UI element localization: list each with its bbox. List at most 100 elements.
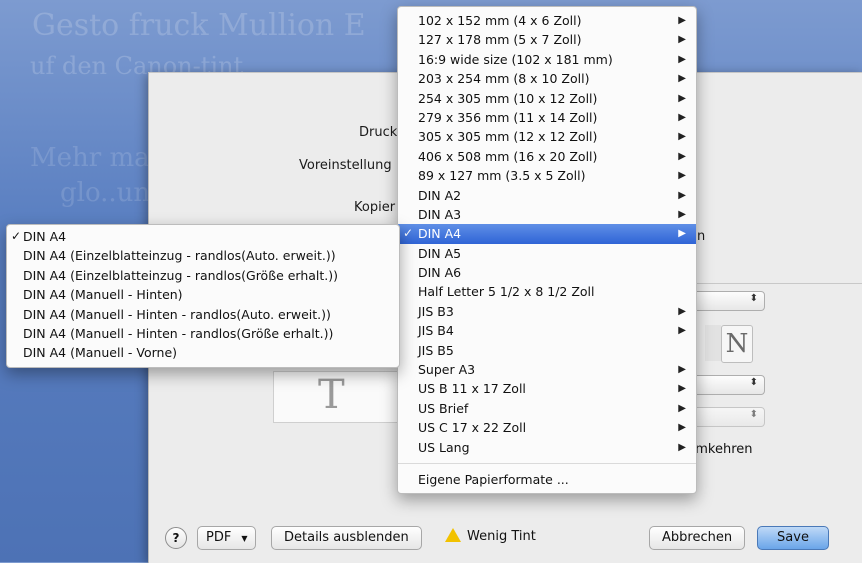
submenu-arrow-icon: ▶ xyxy=(678,364,686,376)
background-text-1: Gesto fruck Mullion E xyxy=(32,8,366,43)
presets-label: Voreinstellung xyxy=(299,158,392,173)
pdf-menu-button[interactable]: PDF ▼ xyxy=(197,526,257,550)
menu-item-label: 406 x 508 mm (16 x 20 Zoll) xyxy=(418,148,598,164)
save-button[interactable]: Save xyxy=(757,526,829,550)
submenu-item[interactable]: DIN A4 (Manuell - Hinten) xyxy=(7,285,399,304)
custom-paper-sizes-item[interactable]: Eigene Papierformate ... xyxy=(398,470,696,489)
submenu-item-label: DIN A4 (Einzelblatteinzug - randlos(Auto… xyxy=(23,248,336,264)
warning-label: Wenig Tint xyxy=(467,529,536,544)
popup-arrows-icon: ⬍ xyxy=(749,409,758,420)
submenu-item[interactable]: DIN A4 (Manuell - Hinten - randlos(Größe… xyxy=(7,324,399,343)
submenu-item-label: DIN A4 (Einzelblatteinzug - randlos(Größ… xyxy=(23,267,339,283)
menu-item[interactable]: JIS B3 ▶ xyxy=(398,302,696,321)
menu-item-label: 203 x 254 mm (8 x 10 Zoll) xyxy=(418,71,590,87)
submenu-arrow-icon: ▶ xyxy=(678,208,686,220)
menu-item[interactable]: 203 x 254 mm (8 x 10 Zoll) ▶ xyxy=(398,69,696,88)
menu-item-label: JIS B5 xyxy=(418,342,454,358)
layout-popup[interactable]: ⬍ xyxy=(689,407,765,427)
menu-item-label: Eigene Papierformate ... xyxy=(418,471,569,487)
menu-item-label: US B 11 x 17 Zoll xyxy=(418,381,526,397)
menu-item-label: 254 x 305 mm (10 x 12 Zoll) xyxy=(418,90,598,106)
menu-item[interactable]: 279 x 356 mm (11 x 14 Zoll) ▶ xyxy=(398,108,696,127)
menu-item[interactable]: US C 17 x 22 Zoll ▶ xyxy=(398,418,696,437)
submenu-arrow-icon: ▶ xyxy=(678,53,686,65)
menu-item[interactable]: US Lang ▶ xyxy=(398,438,696,457)
page-preview: T xyxy=(273,371,405,423)
submenu-arrow-icon: ▶ xyxy=(678,150,686,162)
menu-item[interactable]: 102 x 152 mm (4 x 6 Zoll) ▶ xyxy=(398,11,696,30)
menu-item-label: 89 x 127 mm (3.5 x 5 Zoll) xyxy=(418,168,586,184)
orientation-portrait[interactable] xyxy=(705,325,721,361)
help-button[interactable]: ? xyxy=(165,527,187,549)
checkmark-icon: ✓ xyxy=(11,229,22,243)
menu-item[interactable]: US Brief ▶ xyxy=(398,399,696,418)
submenu-arrow-icon: ▶ xyxy=(678,15,686,26)
menu-item[interactable]: DIN A5 xyxy=(398,244,696,263)
menu-item-label: 279 x 356 mm (11 x 14 Zoll) xyxy=(418,109,598,125)
menu-item-label: Super A3 xyxy=(418,362,476,378)
menu-item[interactable]: JIS B4 ▶ xyxy=(398,321,696,340)
paper-size-menu: 102 x 152 mm (4 x 6 Zoll) ▶ 127 x 178 mm (… xyxy=(397,6,697,495)
menu-item-label: US Lang xyxy=(418,439,470,455)
submenu-arrow-icon: ▶ xyxy=(678,170,686,182)
submenu-arrow-icon: ▶ xyxy=(678,131,686,143)
menu-item[interactable]: US B 11 x 17 Zoll ▶ xyxy=(398,379,696,398)
checkmark-icon: ✓ xyxy=(403,226,414,241)
menu-item[interactable]: DIN A2 ▶ xyxy=(398,186,696,205)
menu-item-label: DIN A4 xyxy=(418,226,462,242)
pdf-label: PDF xyxy=(206,530,232,545)
menu-item-label: 16:9 wide size (102 x 181 mm) xyxy=(418,51,613,67)
low-ink-warning: Wenig Tint xyxy=(445,528,536,544)
menu-separator xyxy=(398,462,696,464)
preview-content: T xyxy=(318,372,345,418)
section-divider xyxy=(679,283,862,284)
din-a4-submenu: ✓ DIN A4 DIN A4 (Einzelblatteinzug - randl… xyxy=(6,224,400,368)
menu-item[interactable]: JIS B5 xyxy=(398,341,696,360)
menu-item[interactable]: Super A3 ▶ xyxy=(398,360,696,379)
submenu-arrow-icon: ▶ xyxy=(678,325,686,337)
submenu-item[interactable]: DIN A4 (Manuell - Vorne) xyxy=(7,343,399,362)
submenu-item-label: DIN A4 xyxy=(23,229,67,244)
menu-item[interactable]: DIN A3 ▶ xyxy=(398,205,696,224)
paper-size-popup[interactable]: ⬍ xyxy=(689,291,765,311)
menu-item-label: US C 17 x 22 Zoll xyxy=(418,420,527,436)
menu-item[interactable]: 89 x 127 mm (3.5 x 5 Zoll) ▶ xyxy=(398,166,696,185)
submenu-item-label: DIN A4 (Manuell - Hinten - randlos(Größe… xyxy=(23,325,334,341)
menu-item[interactable]: 406 x 508 mm (16 x 20 Zoll) ▶ xyxy=(398,147,696,166)
submenu-item-label: DIN A4 (Manuell - Vorne) xyxy=(23,345,178,361)
submenu-item[interactable]: DIN A4 (Einzelblatteinzug - randlos(Größ… xyxy=(7,266,399,285)
menu-item-label: Half Letter 5 1/2 x 8 1/2 Zoll xyxy=(418,284,595,300)
menu-item-label: DIN A3 xyxy=(418,206,462,222)
hide-details-button[interactable]: Details ausblenden xyxy=(271,526,422,550)
submenu-item[interactable]: ✓ DIN A4 xyxy=(7,227,399,246)
popup-arrows-icon: ⬍ xyxy=(749,377,758,388)
menu-item[interactable]: ✓ DIN A4 ▶ xyxy=(398,224,696,244)
partial-label: n xyxy=(697,229,706,244)
orientation-landscape-button[interactable]: N xyxy=(721,325,753,363)
submenu-arrow-icon: ▶ xyxy=(678,402,686,414)
scale-popup[interactable]: ⬍ xyxy=(689,375,765,395)
submenu-item[interactable]: DIN A4 (Einzelblatteinzug - randlos(Auto… xyxy=(7,246,399,265)
menu-item[interactable]: Half Letter 5 1/2 x 8 1/2 Zoll xyxy=(398,282,696,301)
menu-item-label: 102 x 152 mm (4 x 6 Zoll) xyxy=(418,13,582,28)
menu-item-label: 305 x 305 mm (12 x 12 Zoll) xyxy=(418,129,598,145)
submenu-item-label: DIN A4 (Manuell - Hinten - randlos(Auto.… xyxy=(23,306,331,322)
submenu-arrow-icon: ▶ xyxy=(678,73,686,85)
printer-label: Druck xyxy=(359,125,398,140)
menu-item[interactable]: 254 x 305 mm (10 x 12 Zoll) ▶ xyxy=(398,89,696,108)
submenu-item[interactable]: DIN A4 (Manuell - Hinten - randlos(Auto.… xyxy=(7,305,399,324)
warning-icon xyxy=(445,528,461,542)
menu-item[interactable]: 127 x 178 mm (5 x 7 Zoll) ▶ xyxy=(398,30,696,49)
menu-item-label: DIN A2 xyxy=(418,187,462,203)
menu-item[interactable]: DIN A6 xyxy=(398,263,696,282)
cancel-button[interactable]: Abbrechen xyxy=(649,526,746,550)
menu-item[interactable]: 305 x 305 mm (12 x 12 Zoll) ▶ xyxy=(398,127,696,146)
submenu-item-label: DIN A4 (Manuell - Hinten) xyxy=(23,287,183,303)
menu-item[interactable]: 16:9 wide size (102 x 181 mm) ▶ xyxy=(398,50,696,69)
menu-item-label: DIN A6 xyxy=(418,265,462,281)
submenu-arrow-icon: ▶ xyxy=(678,441,686,453)
submenu-arrow-icon: ▶ xyxy=(678,383,686,395)
menu-item-label: JIS B3 xyxy=(418,303,454,319)
submenu-arrow-icon: ▶ xyxy=(678,422,686,434)
popup-arrows-icon: ⬍ xyxy=(749,293,758,304)
